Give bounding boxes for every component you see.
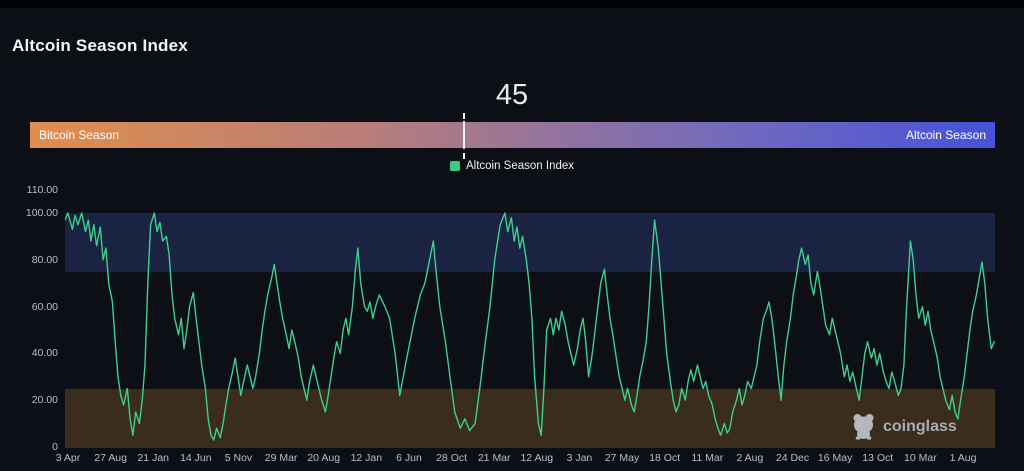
gauge-marker-dash-bottom	[463, 153, 465, 159]
x-axis-label: 1 Aug	[949, 452, 977, 464]
coinglass-bear-icon	[853, 414, 874, 440]
season-gauge-bar[interactable]: Bitcoin Season Altcoin Season	[30, 122, 995, 148]
gauge-current-value: 45	[495, 79, 529, 111]
altcoin-season-label: Altcoin Season	[905, 128, 986, 142]
y-axis-label: 20.00	[31, 394, 58, 407]
gauge-marker-dash-top	[463, 113, 465, 119]
y-axis-label: 110.00	[26, 183, 58, 196]
y-axis-label: 100.00	[25, 207, 58, 219]
window-top-strip	[0, 0, 1024, 8]
gauge-marker-line	[463, 121, 465, 149]
x-axis-baseline	[65, 447, 995, 448]
y-axis-label: 80.00	[31, 253, 58, 266]
coinglass-watermark: coinglass	[851, 413, 957, 440]
chart-legend[interactable]: Altcoin Season Index	[0, 160, 1024, 172]
y-axis-label: 60.00	[31, 300, 58, 313]
coinglass-watermark-text: coinglass	[883, 417, 957, 435]
page-title: Altcoin Season Index	[12, 36, 188, 55]
legend-label: Altcoin Season Index	[465, 160, 575, 172]
index-line-series[interactable]	[65, 190, 995, 447]
bitcoin-season-label: Bitcoin Season	[39, 128, 120, 142]
legend-swatch-icon	[449, 161, 460, 171]
y-axis-label: 40.00	[31, 347, 58, 360]
altcoin-season-index-page: Altcoin Season Index 45 Bitcoin Season A…	[0, 0, 1024, 471]
